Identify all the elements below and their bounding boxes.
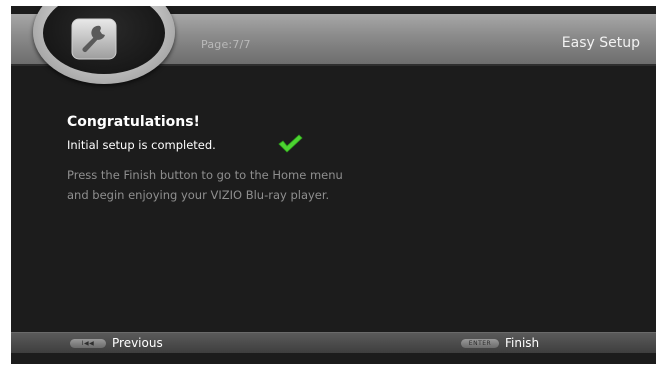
wrench-icon [70,17,118,61]
footer-bar: I◀◀ Previous ENTER Finish [11,332,656,353]
easy-setup-screen: Page:7/7 Easy Setup Congratulations! Ini… [11,6,656,364]
enter-key-icon: ENTER [461,338,499,348]
finish-label: Finish [505,336,540,350]
previous-button[interactable]: I◀◀ Previous [70,336,163,350]
page-title: Easy Setup [561,35,640,51]
page-indicator: Page:7/7 [201,38,251,51]
previous-key-icon: I◀◀ [70,338,106,348]
previous-label: Previous [112,336,163,350]
description-line-1: Press the Finish button to go to the Hom… [67,168,343,182]
finish-button[interactable]: ENTER Finish [461,336,539,350]
checkmark-icon [277,132,303,154]
description-line-2: and begin enjoying your VIZIO Blu-ray pl… [67,188,330,202]
congratulations-heading: Congratulations! [67,114,200,130]
setup-status-text: Initial setup is completed. [67,138,216,152]
